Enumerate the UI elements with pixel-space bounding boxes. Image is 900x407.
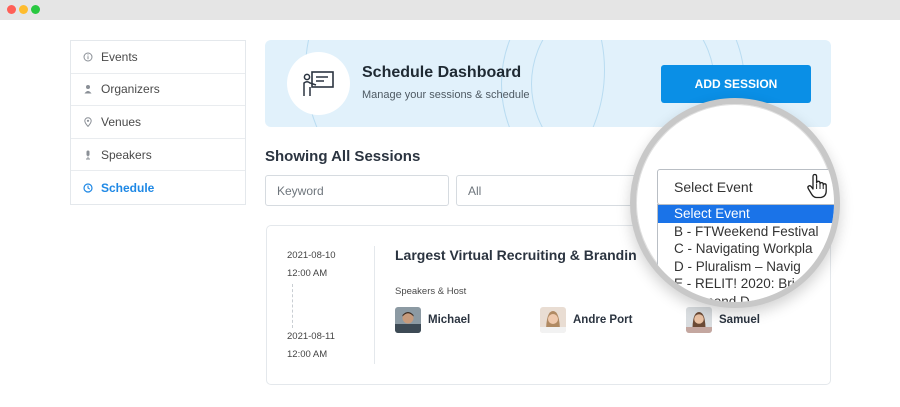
- page-subtitle: Manage your sessions & schedule: [362, 89, 530, 101]
- info-circle-icon: [83, 52, 93, 62]
- speaker-andre-port[interactable]: Andre Port: [540, 307, 632, 333]
- speaker-name: Andre Port: [573, 314, 633, 326]
- clock-icon: [83, 183, 93, 193]
- event-select-options: Select Event B - FTWeekend Festival C - …: [657, 204, 834, 302]
- session-end-date: 2021-08-11: [287, 331, 335, 342]
- category-select[interactable]: All: [456, 175, 646, 206]
- decorative-ring: [305, 40, 605, 127]
- event-option[interactable]: D - Pluralism – Navig: [658, 258, 834, 276]
- close-window-button[interactable]: [7, 5, 16, 14]
- sidebar-item-label: Organizers: [101, 82, 160, 97]
- divider: [374, 246, 375, 364]
- avatar: [395, 307, 421, 333]
- sidebar-item-venues[interactable]: Venues: [71, 106, 245, 139]
- event-option[interactable]: Select Event: [658, 205, 834, 223]
- window-titlebar: [0, 0, 900, 20]
- user-icon: [83, 84, 93, 94]
- sessions-heading: Showing All Sessions: [265, 148, 421, 165]
- sidebar: Events Organizers Venues Speakers Schedu…: [70, 40, 246, 205]
- session-title[interactable]: Largest Virtual Recruiting & Brandin: [395, 247, 637, 263]
- session-start-date: 2021-08-10: [287, 250, 336, 261]
- magnifier-lens: Select Event Select Event B - FTWeekend …: [630, 98, 840, 308]
- speaker-name: Samuel: [719, 314, 760, 326]
- avatar: [686, 307, 712, 333]
- speaker-michael[interactable]: Michael: [395, 307, 470, 333]
- event-option[interactable]: B - FTWeekend Festival: [658, 223, 834, 241]
- page-title: Schedule Dashboard: [362, 64, 522, 81]
- microphone-icon: [83, 150, 93, 160]
- sidebar-item-label: Speakers: [101, 147, 152, 162]
- sidebar-item-schedule[interactable]: Schedule: [71, 171, 245, 204]
- sidebar-item-label: Schedule: [101, 180, 155, 195]
- speaker-samuel[interactable]: Samuel: [686, 307, 760, 333]
- maximize-window-button[interactable]: [31, 5, 40, 14]
- minimize-window-button[interactable]: [19, 5, 28, 14]
- speakers-label: Speakers & Host: [395, 286, 467, 297]
- sidebar-item-events[interactable]: Events: [71, 41, 245, 74]
- timeline-connector: [292, 284, 293, 328]
- hand-cursor-icon: [806, 173, 828, 204]
- event-option[interactable]: C - Navigating Workpla: [658, 240, 834, 258]
- sidebar-item-speakers[interactable]: Speakers: [71, 139, 245, 172]
- session-start-time: 12:00 AM: [287, 268, 328, 279]
- sidebar-item-organizers[interactable]: Organizers: [71, 74, 245, 107]
- speaker-name: Michael: [428, 314, 471, 326]
- session-end-time: 12:00 AM: [287, 349, 328, 360]
- keyword-search-input[interactable]: Keyword: [265, 175, 449, 206]
- sidebar-item-label: Events: [101, 49, 138, 64]
- event-option[interactable]: E - RELIT! 2020: Bri: [658, 275, 834, 293]
- sidebar-item-label: Venues: [101, 114, 142, 129]
- map-pin-icon: [83, 117, 93, 127]
- avatar: [540, 307, 566, 333]
- presentation-icon: [287, 52, 350, 115]
